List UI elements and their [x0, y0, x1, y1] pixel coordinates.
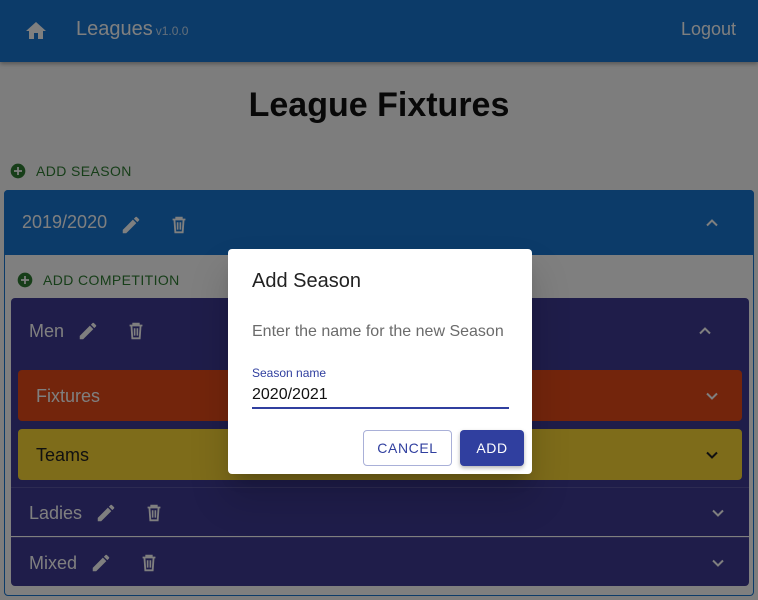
season-name-input[interactable]: [252, 383, 509, 409]
add-season-dialog: Add Season Enter the name for the new Se…: [228, 249, 532, 474]
add-button[interactable]: ADD: [460, 430, 524, 466]
dialog-title: Add Season: [252, 270, 361, 292]
dialog-text: Enter the name for the new Season: [252, 323, 504, 340]
cancel-button[interactable]: CANCEL: [363, 430, 452, 466]
season-name-label: Season name: [252, 366, 327, 380]
